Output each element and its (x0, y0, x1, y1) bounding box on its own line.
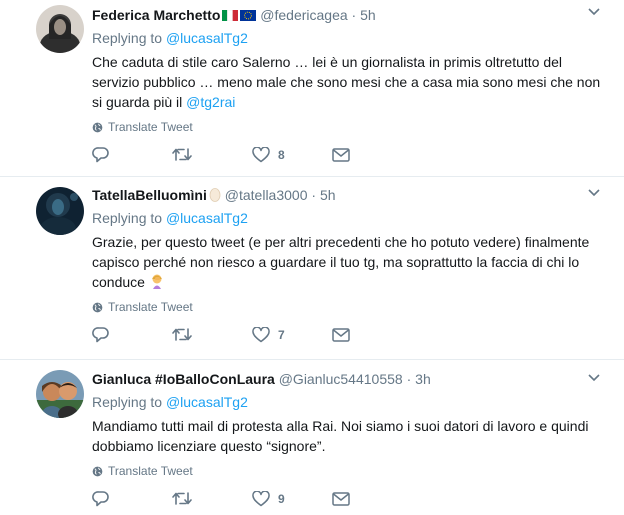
retweet-icon (172, 327, 192, 342)
retweet-icon (172, 491, 192, 506)
separator-dot: · (311, 187, 317, 203)
replying-to-link[interactable]: @lucasalTg2 (166, 30, 248, 46)
reply-button[interactable] (92, 146, 172, 163)
tweet-body: Mandiamo tutti mail di protesta alla Rai… (92, 418, 589, 454)
like-button[interactable]: 8 (252, 146, 332, 163)
globe-icon (92, 302, 103, 313)
globe-icon (92, 466, 103, 477)
replying-to-link[interactable]: @lucasalTg2 (166, 210, 248, 226)
tweet-actions: 8 (92, 146, 604, 163)
tweet-body: Che caduta di stile caro Salerno … lei è… (92, 54, 601, 110)
reply-icon (92, 146, 110, 163)
user-handle[interactable]: @tatella3000 (225, 187, 308, 203)
user-handle[interactable]: @federicagea (260, 7, 347, 23)
translate-label: Translate Tweet (108, 464, 193, 478)
translate-tweet[interactable]: Translate Tweet (92, 120, 604, 134)
like-count: 9 (278, 491, 285, 506)
tweet-text: Grazie, per questo tweet (e per altri pr… (92, 232, 604, 292)
egg-emoji-icon (209, 187, 221, 202)
replying-to: Replying to @lucasalTg2 (92, 28, 604, 48)
envelope-icon (332, 491, 350, 506)
tweet-body: Grazie, per questo tweet (e per altri pr… (92, 234, 590, 290)
facepalm-emoji-icon (149, 273, 165, 289)
display-name[interactable]: Federica Marchetto (92, 7, 220, 23)
avatar[interactable] (36, 5, 84, 53)
tweet-header: Gianluca #IoBalloConLaura @Gianluc544105… (92, 370, 604, 388)
tweet-header: Federica Marchetto @federicagea · 5h (92, 6, 604, 24)
like-count: 8 (278, 147, 285, 162)
replying-to: Replying to @lucasalTg2 (92, 208, 604, 228)
tweet-actions: 7 (92, 326, 604, 343)
tweet[interactable]: TatellaBelluomìni @tatella3000 · 5h Repl… (0, 177, 624, 360)
translate-label: Translate Tweet (108, 120, 193, 134)
reply-icon (92, 490, 110, 507)
like-count: 7 (278, 327, 285, 342)
timestamp[interactable]: 5h (360, 7, 376, 23)
envelope-icon (332, 147, 350, 162)
retweet-button[interactable] (172, 147, 252, 162)
avatar[interactable] (36, 370, 84, 418)
translate-tweet[interactable]: Translate Tweet (92, 464, 604, 478)
user-handle[interactable]: @Gianluc54410558 (279, 371, 403, 387)
retweet-button[interactable] (172, 491, 252, 506)
direct-message-button[interactable] (332, 327, 412, 342)
retweet-button[interactable] (172, 327, 252, 342)
globe-icon (92, 122, 103, 133)
reply-button[interactable] (92, 326, 172, 343)
display-name[interactable]: TatellaBelluomìni (92, 187, 207, 203)
timestamp[interactable]: 5h (320, 187, 336, 203)
replying-label: Replying to (92, 30, 163, 46)
heart-icon (252, 326, 270, 343)
tweet[interactable]: Federica Marchetto @federicagea · 5h Rep… (0, 0, 624, 177)
tweet[interactable]: Gianluca #IoBalloConLaura @Gianluc544105… (0, 360, 624, 515)
reply-button[interactable] (92, 490, 172, 507)
reply-icon (92, 326, 110, 343)
envelope-icon (332, 327, 350, 342)
heart-icon (252, 490, 270, 507)
tweet-text: Che caduta di stile caro Salerno … lei è… (92, 52, 604, 112)
heart-icon (252, 146, 270, 163)
display-name[interactable]: Gianluca #IoBalloConLaura (92, 371, 275, 387)
mention-link[interactable]: @tg2rai (186, 94, 235, 110)
replying-label: Replying to (92, 210, 163, 226)
replying-label: Replying to (92, 394, 163, 410)
like-button[interactable]: 7 (252, 326, 332, 343)
italy-flag-icon (222, 10, 239, 21)
direct-message-button[interactable] (332, 491, 412, 506)
replying-to: Replying to @lucasalTg2 (92, 392, 604, 412)
separator-dot: · (406, 371, 412, 387)
eu-flag-icon (240, 10, 257, 21)
direct-message-button[interactable] (332, 147, 412, 162)
timestamp[interactable]: 3h (415, 371, 431, 387)
separator-dot: · (351, 7, 357, 23)
avatar[interactable] (36, 187, 84, 235)
translate-label: Translate Tweet (108, 300, 193, 314)
like-button[interactable]: 9 (252, 490, 332, 507)
retweet-icon (172, 147, 192, 162)
tweet-text: Mandiamo tutti mail di protesta alla Rai… (92, 416, 604, 456)
translate-tweet[interactable]: Translate Tweet (92, 300, 604, 314)
tweet-actions: 9 (92, 490, 604, 507)
replying-to-link[interactable]: @lucasalTg2 (166, 394, 248, 410)
tweet-header: TatellaBelluomìni @tatella3000 · 5h (92, 186, 604, 204)
